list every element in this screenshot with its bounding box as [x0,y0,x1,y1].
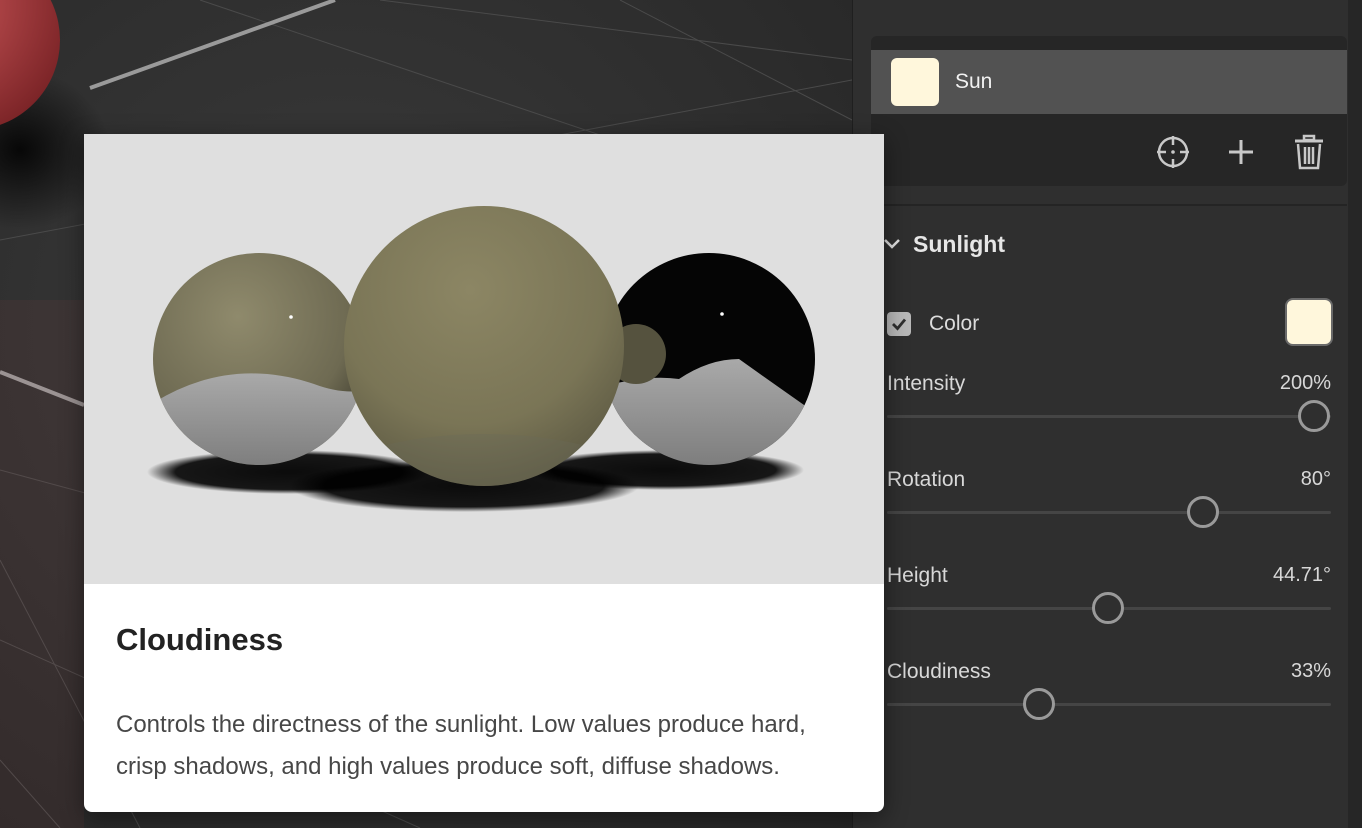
slider-value: 44.71° [1272,564,1331,586]
slider-track[interactable] [887,703,1331,706]
slider-track[interactable] [887,415,1331,418]
crosshair-icon [1157,136,1189,168]
color-label: Color [929,312,980,335]
slider-label: Rotation [887,468,966,491]
properties-panel: Sun Sunlight Color Intensity 200% Rotati… [852,0,1362,828]
spheres-illustration [147,206,815,512]
section-title: Sunlight [913,230,1005,257]
light-color-swatch [891,58,939,106]
lights-list: Sun [871,36,1347,186]
slider-label: Intensity [887,372,966,395]
slider-track[interactable] [887,511,1331,514]
slider-handle[interactable] [1298,400,1331,432]
sunlight-color-row: Color [887,298,1333,350]
slider-handle[interactable] [1022,688,1055,720]
rotation-slider: Rotation 80° [887,468,1331,538]
panel-scrollbar[interactable] [1348,0,1362,828]
light-name: Sun [955,70,993,93]
slider-value: 80° [1300,468,1331,490]
color-picker-swatch[interactable] [1285,298,1333,346]
section-divider [871,204,1347,206]
slider-label: Cloudiness [887,660,991,683]
delete-light-button[interactable] [1289,132,1329,172]
tooltip-preview-image [84,134,884,584]
trash-icon [1295,134,1323,170]
add-light-button[interactable] [1221,132,1261,172]
intensity-slider: Intensity 200% [887,372,1331,442]
light-item-sun[interactable]: Sun [871,50,1347,114]
sunlight-section-header[interactable]: Sunlight [883,226,1005,262]
slider-value: 33% [1290,660,1331,682]
slider-handle[interactable] [1091,592,1124,624]
plus-icon [1229,140,1253,164]
chevron-down-icon [884,239,900,249]
height-slider: Height 44.71° [887,564,1331,634]
checkmark-icon [892,318,907,331]
target-light-button[interactable] [1153,132,1193,172]
slider-handle[interactable] [1187,496,1220,528]
cloudiness-slider: Cloudiness 33% [887,660,1331,730]
tooltip-description: Controls the directness of the sunlight.… [116,711,806,780]
slider-value: 200% [1279,372,1331,394]
color-checkbox[interactable] [887,312,911,336]
cloudiness-tooltip: Cloudiness Controls the directness of th… [84,134,884,812]
tooltip-title: Cloudiness [116,622,284,657]
slider-label: Height [887,564,948,587]
